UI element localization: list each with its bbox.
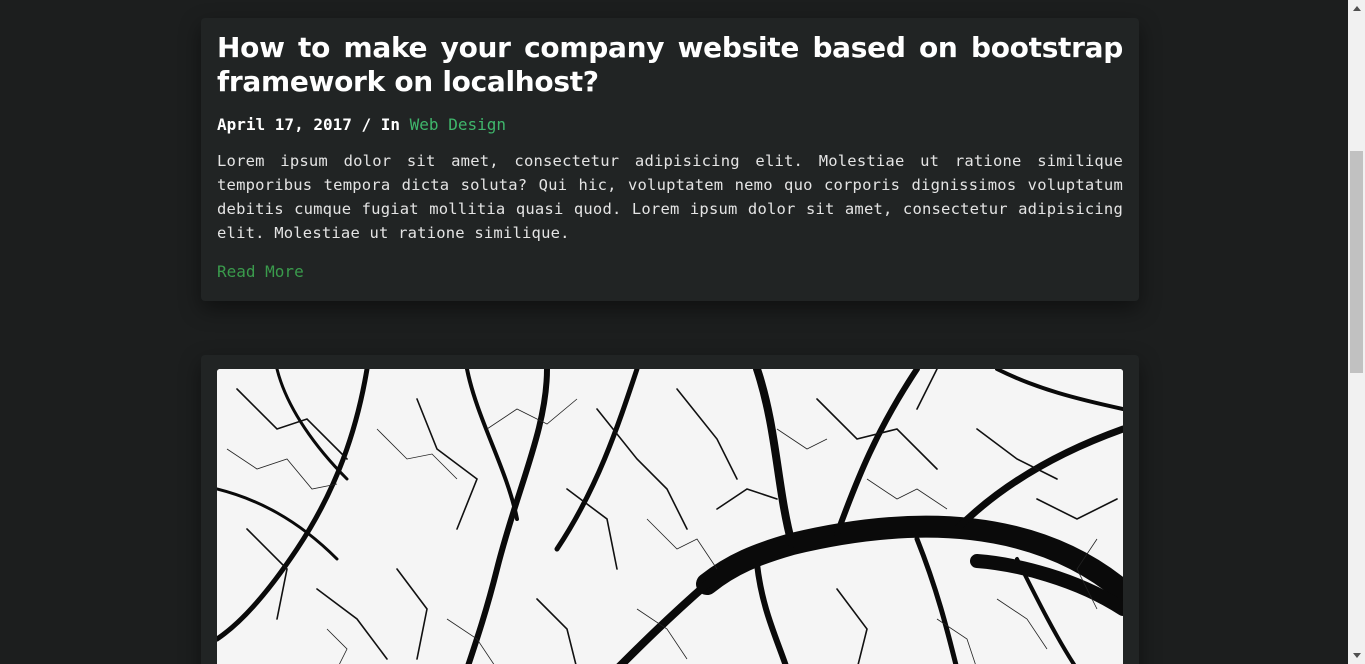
read-more-link[interactable]: Read More <box>217 261 304 283</box>
post-date: April 17, 2017 <box>217 115 352 134</box>
blog-post-card: How to make your company website based o… <box>201 18 1139 301</box>
page-viewport: How to make your company website based o… <box>0 0 1348 664</box>
arrow-down-icon <box>1352 653 1361 658</box>
scroll-up-button[interactable] <box>1348 0 1365 17</box>
post-category-link[interactable]: Web Design <box>410 115 506 134</box>
post-excerpt: Lorem ipsum dolor sit amet, consectetur … <box>217 152 1123 242</box>
scrollbar-thumb[interactable] <box>1350 151 1363 373</box>
post-featured-image[interactable] <box>217 369 1123 664</box>
vertical-scrollbar[interactable] <box>1348 0 1365 664</box>
arrow-up-icon <box>1352 6 1361 11</box>
post-meta-separator: / In <box>351 115 410 134</box>
tree-branches-image <box>217 369 1123 664</box>
blog-post-card <box>201 355 1139 664</box>
post-title[interactable]: How to make your company website based o… <box>217 31 1123 99</box>
post-meta: April 17, 2017 / In Web Design <box>217 114 506 136</box>
scroll-down-button[interactable] <box>1348 647 1365 664</box>
